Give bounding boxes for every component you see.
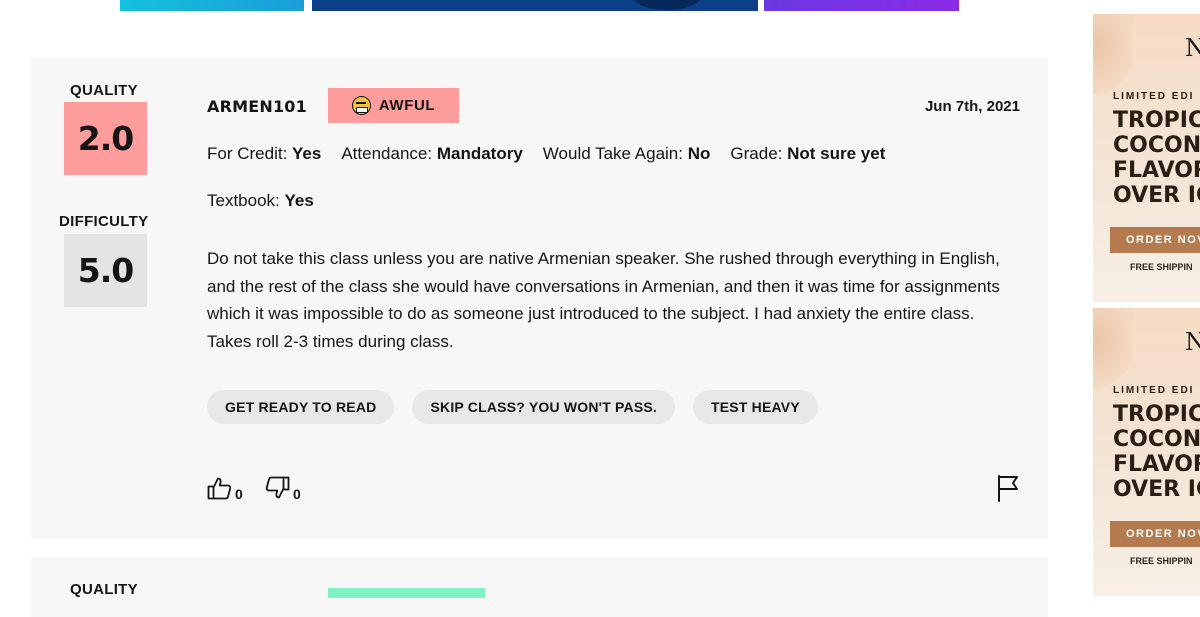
meta-grade: Grade: Not sure yet — [730, 144, 885, 164]
rating-tag: TEST HEAVY — [693, 390, 818, 424]
ad-headline-line: OVER IC — [1113, 183, 1200, 208]
ad-headline-line: TROPIC — [1113, 108, 1200, 133]
meta-label: Attendance: — [341, 144, 433, 163]
ad-logo: N — [1185, 328, 1200, 356]
rating-comment: Do not take this class unless you are na… — [207, 249, 1000, 351]
rating-tag: SKIP CLASS? YOU WON'T PASS. — [412, 390, 676, 424]
ad-decoration — [1093, 308, 1133, 388]
difficulty-label: DIFFICULTY — [59, 213, 149, 230]
rating-card: QUALITY 2.0 DIFFICULTY 5.0 ARMEN101 AWFU… — [31, 58, 1048, 539]
helpful-count: 0 — [235, 486, 243, 502]
meta-for-credit: For Credit: Yes — [207, 144, 321, 164]
ad-decoration — [1093, 14, 1133, 94]
meta-label: Grade: — [730, 144, 783, 163]
top-banner-ad[interactable] — [120, 0, 959, 11]
quality-label: QUALITY — [70, 581, 138, 598]
emotion-label: AWFUL — [378, 97, 436, 114]
rating-tags: GET READY TO READ SKIP CLASS? YOU WON'T … — [207, 390, 818, 424]
meta-attendance: Attendance: Mandatory — [341, 144, 522, 164]
rating-card — [31, 557, 1048, 617]
meta-value: Yes — [292, 144, 322, 163]
thumbs-down-icon — [265, 476, 290, 499]
thumbs-up-icon — [207, 477, 232, 500]
meta-value: No — [687, 144, 711, 163]
ad-footer: FREE SHIPPIN — [1130, 556, 1193, 566]
ad-headline-line: TROPIC — [1113, 402, 1200, 427]
ad-headline: TROPIC COCON FLAVOR OVER IC — [1113, 108, 1200, 208]
helpful-button[interactable]: 0 — [207, 476, 243, 502]
rating-date: Jun 7th, 2021 — [924, 98, 1020, 115]
ad-headline: TROPIC COCON FLAVOR OVER IC — [1113, 402, 1200, 502]
course-code: ARMEN101 — [207, 97, 307, 116]
emotion-tag: AWFUL — [328, 88, 459, 123]
banner-segment — [120, 0, 304, 11]
quality-label: QUALITY — [70, 82, 138, 99]
ad-order-button[interactable]: ORDER NOV — [1110, 227, 1200, 253]
meta-would-take-again: Would Take Again: No — [543, 144, 711, 164]
difficulty-score: 5.0 — [64, 234, 147, 307]
ad-headline-line: FLAVOR — [1113, 158, 1200, 183]
banner-segment — [764, 0, 959, 11]
report-button[interactable] — [996, 474, 1020, 507]
meta-label: Textbook: — [207, 191, 280, 210]
quality-score: 2.0 — [64, 102, 147, 175]
ad-kicker: LIMITED EDI — [1113, 385, 1195, 396]
ad-headline-line: COCON — [1113, 133, 1200, 158]
emotion-tag — [328, 588, 485, 598]
rating-meta: For Credit: Yes Attendance: Mandatory Wo… — [207, 144, 885, 164]
ad-headline-line: FLAVOR — [1113, 452, 1200, 477]
ad-order-button[interactable]: ORDER NOV — [1110, 521, 1200, 547]
sidebar-ad[interactable]: N LIMITED EDI TROPIC COCON FLAVOR OVER I… — [1093, 14, 1200, 302]
flag-icon — [998, 475, 1018, 502]
meta-textbook: Textbook: Yes — [207, 191, 314, 211]
meta-value: Not sure yet — [787, 144, 886, 163]
ad-logo: N — [1185, 34, 1200, 62]
not-helpful-button[interactable]: 0 — [265, 476, 301, 502]
meta-value: Yes — [284, 191, 314, 210]
not-helpful-count: 0 — [293, 486, 301, 502]
sidebar-ad[interactable]: N LIMITED EDI TROPIC COCON FLAVOR OVER I… — [1093, 308, 1200, 596]
awful-face-icon — [351, 96, 371, 115]
banner-segment — [312, 0, 758, 11]
ad-kicker: LIMITED EDI — [1113, 91, 1195, 102]
meta-value: Mandatory — [436, 144, 523, 163]
meta-label: For Credit: — [207, 144, 288, 163]
rating-tag: GET READY TO READ — [207, 390, 395, 424]
meta-label: Would Take Again: — [542, 144, 683, 163]
ad-headline-line: COCON — [1113, 427, 1200, 452]
ad-headline-line: OVER IC — [1113, 477, 1200, 502]
ad-footer: FREE SHIPPIN — [1130, 262, 1193, 272]
